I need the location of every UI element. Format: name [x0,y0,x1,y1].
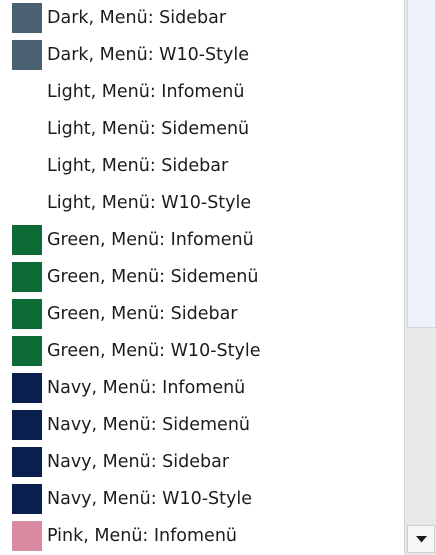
list-item-label: Green, Menü: Sidebar [47,304,238,324]
list-item-label: Navy, Menü: Sidebar [47,452,230,472]
color-swatch [12,299,42,329]
list-item[interactable]: Pink, Menü: Infomenü [0,518,404,555]
chevron-down-icon [416,536,427,543]
list-item-label: Pink, Menü: Infomenü [47,526,238,546]
color-swatch [12,151,42,181]
list-item[interactable]: Light, Menü: Sidebar [0,148,404,185]
color-swatch [12,336,42,366]
list-item[interactable]: Navy, Menü: Infomenü [0,370,404,407]
list-item-label: Green, Menü: Infomenü [47,230,254,250]
list-item-label: Green, Menü: Sidemenü [47,267,259,287]
color-swatch [12,484,42,514]
color-swatch [12,40,42,70]
color-swatch [12,447,42,477]
color-swatch [12,373,42,403]
color-swatch [12,225,42,255]
list-item-label: Light, Menü: Sidebar [47,156,229,176]
list-item-label: Light, Menü: Infomenü [47,82,245,102]
color-swatch [12,521,42,551]
list-item[interactable]: Green, Menü: Sidebar [0,296,404,333]
theme-dropdown-list: Dark, Menü: Sidebar Dark, Menü: W10-Styl… [0,0,436,555]
list-item-label: Light, Menü: W10-Style [47,193,252,213]
color-swatch [12,77,42,107]
color-swatch [12,262,42,292]
list-item[interactable]: Light, Menü: W10-Style [0,185,404,222]
list-item[interactable]: Green, Menü: W10-Style [0,333,404,370]
list-item-label: Navy, Menü: Infomenü [47,378,246,398]
list-item[interactable]: Navy, Menü: Sidebar [0,444,404,481]
scroll-down-button[interactable] [407,525,435,553]
list-item-label: Navy, Menü: W10-Style [47,489,253,509]
color-swatch [12,188,42,218]
list-item[interactable]: Navy, Menü: W10-Style [0,481,404,518]
theme-options-list: Dark, Menü: Sidebar Dark, Menü: W10-Styl… [0,0,404,555]
list-item[interactable]: Dark, Menü: Sidebar [0,0,404,37]
list-item-label: Navy, Menü: Sidemenü [47,415,251,435]
vertical-scrollbar[interactable] [404,0,436,555]
list-item[interactable]: Green, Menü: Sidemenü [0,259,404,296]
list-item[interactable]: Green, Menü: Infomenü [0,222,404,259]
color-swatch [12,410,42,440]
list-item-label: Dark, Menü: Sidebar [47,8,227,28]
list-item[interactable]: Light, Menü: Sidemenü [0,111,404,148]
list-item[interactable]: Light, Menü: Infomenü [0,74,404,111]
color-swatch [12,114,42,144]
scrollbar-thumb[interactable] [407,0,436,328]
list-item-label: Dark, Menü: W10-Style [47,45,250,65]
list-item-label: Green, Menü: W10-Style [47,341,261,361]
list-item[interactable]: Dark, Menü: W10-Style [0,37,404,74]
list-item-label: Light, Menü: Sidemenü [47,119,250,139]
color-swatch [12,3,42,33]
list-item[interactable]: Navy, Menü: Sidemenü [0,407,404,444]
